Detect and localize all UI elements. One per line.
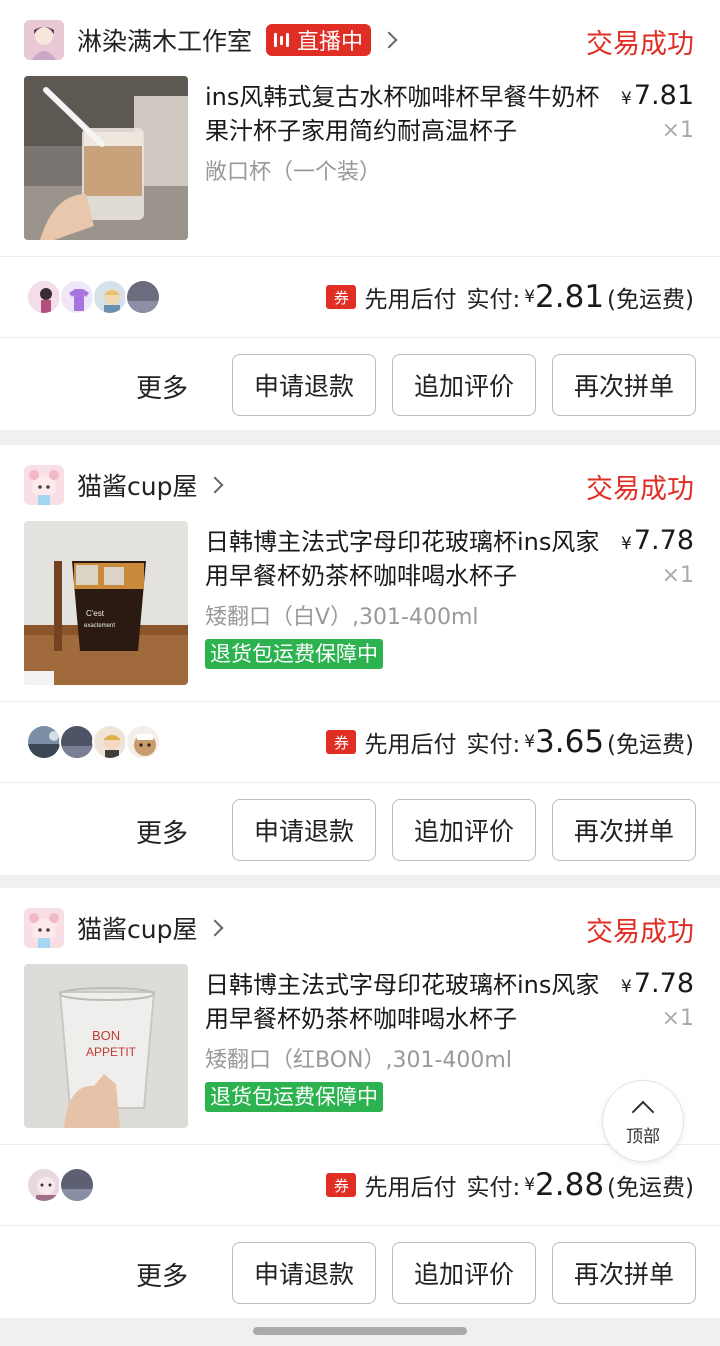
shipping-note: (免运费) [607,732,694,758]
pay-later-label: 先用后付 [364,732,457,758]
pay-later-label: 先用后付 [364,1175,457,1201]
back-to-top-label: 顶部 [626,1126,660,1147]
chevron-right-icon [206,476,224,494]
shop-name[interactable]: 猫酱cup屋 [77,467,197,503]
product-title[interactable]: ins风韩式复古水杯咖啡杯早餐牛奶杯果汁杯子家用简约耐高温杯子 [205,80,610,148]
shop-name[interactable]: 淋染满木工作室 [77,22,252,58]
more-button[interactable]: 更多 [136,813,188,850]
shipping-note: (免运费) [607,287,694,313]
shop-header[interactable]: 猫酱cup屋 [24,463,224,507]
avatar [59,724,95,760]
product-spec: 敞口杯（一个装） [205,160,382,185]
order-status: 交易成功 [586,917,694,948]
coupon-icon: 券 [326,730,357,754]
divider [0,782,720,783]
product-image[interactable]: C'est exactement [24,521,188,685]
svg-text:exactement: exactement [84,623,115,629]
pay-later-label: 先用后付 [364,287,457,313]
buyer-avatars [26,724,161,760]
currency-symbol: ¥ [524,287,536,307]
svg-text:C'est: C'est [86,609,105,618]
product-quantity: ×1 [661,563,694,588]
currency-symbol: ¥ [524,732,536,752]
paid-amount: 2.81 [535,279,605,315]
arrow-up-icon [631,1100,655,1123]
currency-symbol: ¥ [524,1175,536,1195]
product-title[interactable]: 日韩博主法式字母印花玻璃杯ins风家用早餐杯奶茶杯咖啡喝水杯子 [205,525,610,593]
more-button[interactable]: 更多 [136,368,188,405]
product-image[interactable] [24,76,188,240]
shop-name[interactable]: 猫酱cup屋 [77,910,197,946]
avatar [92,279,128,315]
avatar [59,279,95,315]
order-status: 交易成功 [586,29,694,60]
product-quantity: ×1 [661,1006,694,1031]
add-review-button[interactable]: 追加评价 [392,799,536,861]
order-card[interactable]: 淋染满木工作室 直播中 交易成功 ins风韩式复古水杯咖啡杯早餐牛奶杯果汁杯子家… [0,0,720,430]
divider [0,701,720,702]
shop-avatar [24,465,64,505]
rebuy-button[interactable]: 再次拼单 [552,354,696,416]
payment-summary: 券 先用后付 实付: ¥ 2.88 (免运费) [326,1160,694,1210]
request-refund-button[interactable]: 申请退款 [232,354,376,416]
buyer-avatars [26,279,161,315]
paid-label: 实付: [466,732,521,758]
shipping-note: (免运费) [607,1175,694,1201]
product-price: ¥7.78 [621,525,694,556]
payment-summary: 券 先用后付 实付: ¥ 2.81 (免运费) [326,272,694,322]
avatar [26,279,62,315]
shop-avatar [24,20,64,60]
avatar [125,279,161,315]
back-to-top-button[interactable]: 顶部 [602,1080,684,1162]
avatar [26,1167,62,1203]
avatar [125,724,161,760]
rebuy-button[interactable]: 再次拼单 [552,799,696,861]
product-spec: 矮翻口（白V）,301-400ml [205,605,479,630]
paid-label: 实付: [466,287,521,313]
svg-text:APPETIT: APPETIT [86,1045,137,1059]
shop-avatar [24,908,64,948]
paid-amount: 2.88 [535,1167,605,1203]
svg-text:BON: BON [92,1028,120,1043]
add-review-button[interactable]: 追加评价 [392,1242,536,1304]
avatar [59,1167,95,1203]
product-price: ¥7.78 [621,968,694,999]
chevron-right-icon [206,919,224,937]
divider [0,256,720,257]
rebuy-button[interactable]: 再次拼单 [552,1242,696,1304]
live-icon [274,33,290,47]
chevron-right-icon [380,31,398,49]
return-shipping-guarantee-tag: 退货包运费保障中 [205,1082,383,1112]
request-refund-button[interactable]: 申请退款 [232,799,376,861]
live-label: 直播中 [297,30,364,55]
paid-amount: 3.65 [535,724,605,760]
product-price: ¥7.81 [621,80,694,111]
buyer-avatars [26,1167,95,1203]
avatar [92,724,128,760]
more-button[interactable]: 更多 [136,1256,188,1293]
add-review-button[interactable]: 追加评价 [392,354,536,416]
product-spec: 矮翻口（红BON）,301-400ml [205,1048,512,1073]
coupon-icon: 券 [326,285,357,309]
order-status: 交易成功 [586,474,694,505]
payment-summary: 券 先用后付 实付: ¥ 3.65 (免运费) [326,717,694,767]
coupon-icon: 券 [326,1173,357,1197]
order-card[interactable]: 猫酱cup屋 交易成功 C'est exactement 日韩博主法式字母印花玻… [0,445,720,875]
home-indicator[interactable] [253,1327,467,1335]
product-quantity: ×1 [661,118,694,143]
shop-header[interactable]: 猫酱cup屋 [24,906,224,950]
return-shipping-guarantee-tag: 退货包运费保障中 [205,639,383,669]
request-refund-button[interactable]: 申请退款 [232,1242,376,1304]
shop-header[interactable]: 淋染满木工作室 直播中 [24,18,398,62]
paid-label: 实付: [466,1175,521,1201]
avatar [26,724,62,760]
divider [0,1225,720,1226]
divider [0,337,720,338]
live-badge[interactable]: 直播中 [266,24,372,56]
product-image[interactable]: BON APPETIT [24,964,188,1128]
product-title[interactable]: 日韩博主法式字母印花玻璃杯ins风家用早餐杯奶茶杯咖啡喝水杯子 [205,968,610,1036]
